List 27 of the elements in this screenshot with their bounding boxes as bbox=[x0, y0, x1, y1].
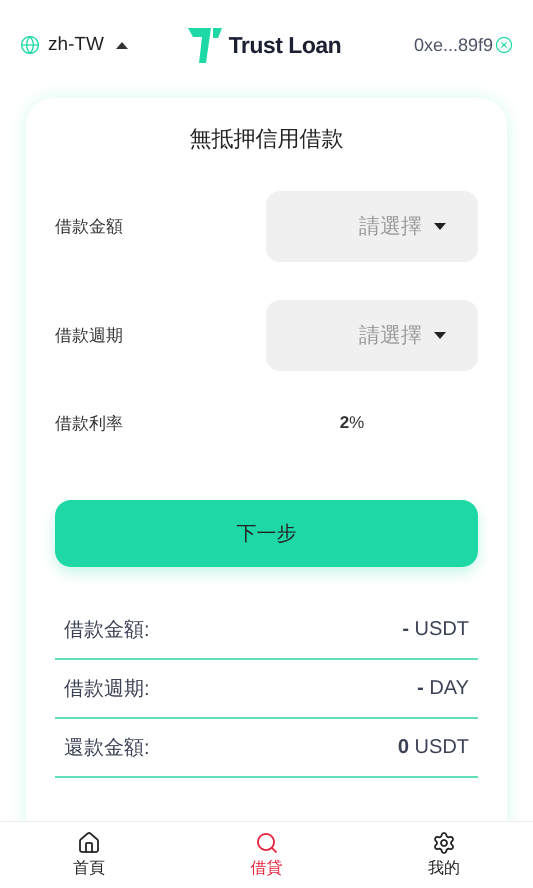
caret-icon bbox=[434, 332, 446, 338]
nav-tab[interactable]: 借貸 bbox=[178, 822, 356, 888]
settings-icon bbox=[432, 831, 456, 855]
summary-label: 借款金額: bbox=[64, 618, 150, 643]
field-label: 借款利率 bbox=[55, 412, 123, 434]
summary-value: - USDT bbox=[402, 618, 469, 641]
globe-icon bbox=[20, 35, 40, 55]
brand-name: Trust Loan bbox=[228, 32, 342, 58]
language-selector[interactable]: zh-TW bbox=[20, 34, 128, 56]
rate-value: 2% bbox=[338, 413, 366, 433]
summary-label: 借款週期: bbox=[64, 677, 150, 702]
nav-tab[interactable]: 首頁 bbox=[0, 822, 178, 888]
search-icon bbox=[254, 831, 278, 855]
close-icon bbox=[495, 36, 513, 54]
summary-value: 0 USDT bbox=[398, 736, 469, 759]
next-button[interactable]: 下一步 bbox=[55, 500, 478, 567]
logo-icon bbox=[186, 26, 223, 64]
nav-tab[interactable]: 我的 bbox=[355, 822, 533, 888]
summary-value: - DAY bbox=[417, 677, 469, 700]
wallet-address[interactable]: 0xe...89f9 bbox=[414, 34, 513, 56]
field-label: 借款週期 bbox=[55, 324, 123, 346]
card-title: 無抵押信用借款 bbox=[188, 125, 344, 153]
home-icon bbox=[76, 831, 101, 855]
summary-label: 還款金額: bbox=[64, 736, 150, 761]
field-label: 借款金額 bbox=[55, 216, 123, 238]
caret-icon bbox=[116, 42, 128, 48]
caret-icon bbox=[434, 222, 446, 230]
